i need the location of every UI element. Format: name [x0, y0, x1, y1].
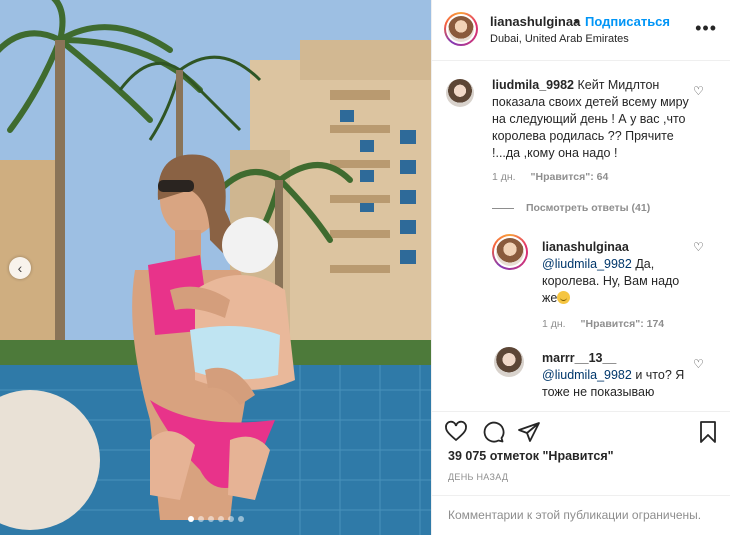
likes-count[interactable]: 39 075 отметок "Нравится" [448, 449, 614, 463]
comment-time[interactable]: 1 дн. [542, 318, 566, 330]
heart-icon[interactable]: ♡ [693, 357, 704, 371]
separator-dot: • [574, 14, 579, 29]
comment-username[interactable]: marrr__13__ [542, 351, 616, 365]
smile-emoji-icon [557, 291, 571, 304]
slide-dot [187, 516, 194, 522]
bookmark-icon[interactable] [696, 420, 720, 444]
slide-dot [207, 516, 214, 522]
comment-mention[interactable]: @liudmila_9982 [542, 257, 632, 271]
more-icon[interactable]: ••• [695, 18, 717, 39]
heart-icon[interactable]: ♡ [693, 84, 704, 98]
comments-list[interactable]: liudmila_9982 Кейт Мидлтон показала свои… [432, 62, 730, 411]
chevron-left-icon: ‹ [17, 260, 23, 276]
photo-illustration [0, 0, 431, 535]
post-time[interactable]: ДЕНЬ НАЗАД [448, 472, 508, 482]
post-location[interactable]: Dubai, United Arab Emirates [490, 33, 629, 45]
post-actions [432, 411, 730, 451]
comment-meta: 1 дн. "Нравится": 174 [542, 318, 664, 330]
commenter-avatar[interactable] [446, 79, 474, 107]
commenter-avatar[interactable] [492, 234, 528, 270]
heart-icon[interactable]: ♡ [693, 240, 704, 254]
comment-likes[interactable]: "Нравится": 64 [531, 171, 609, 183]
slide-dot [217, 516, 224, 522]
comment-time[interactable]: 1 дн. [492, 171, 516, 183]
previous-slide-button[interactable]: ‹ [9, 257, 31, 279]
comment-username[interactable]: lianashulginaa [542, 240, 629, 254]
slide-dot [237, 516, 244, 522]
author-username[interactable]: lianashulginaa [490, 14, 580, 29]
comment-mention[interactable]: @liudmila_9982 [542, 368, 632, 382]
share-icon[interactable] [517, 420, 541, 444]
view-replies-label: Посмотреть ответы (41) [526, 202, 651, 214]
restricted-text: Комментарии к этой публикации ограничены… [448, 508, 702, 522]
comment-body: lianashulginaa @liudmila_9982 Да, короле… [542, 239, 692, 307]
post-photo[interactable]: ‹ [0, 0, 431, 535]
post-header: lianashulginaa • Подписаться Dubai, Unit… [432, 0, 730, 61]
comment-icon[interactable] [481, 420, 505, 444]
follow-button[interactable]: Подписаться [585, 14, 670, 29]
slide-indicator [0, 516, 431, 522]
comment-likes[interactable]: "Нравится": 174 [581, 318, 665, 330]
post-sidebar: lianashulginaa • Подписаться Dubai, Unit… [431, 0, 730, 535]
slide-dot [197, 516, 204, 522]
comment-body: liudmila_9982 Кейт Мидлтон показала свои… [492, 77, 692, 162]
commenter-avatar[interactable] [494, 347, 524, 377]
slide-dot [227, 516, 234, 522]
comment-username[interactable]: liudmila_9982 [492, 78, 574, 92]
author-avatar[interactable] [444, 12, 478, 46]
comment-body: marrr__13__ @liudmila_9982 и что? Я тоже… [542, 350, 692, 401]
comment-meta: 1 дн. "Нравится": 64 [492, 171, 608, 183]
comments-restricted-notice: Комментарии к этой публикации ограничены… [432, 495, 730, 535]
view-replies-button[interactable]: Посмотреть ответы (41) [492, 202, 650, 214]
like-icon[interactable] [444, 420, 468, 444]
